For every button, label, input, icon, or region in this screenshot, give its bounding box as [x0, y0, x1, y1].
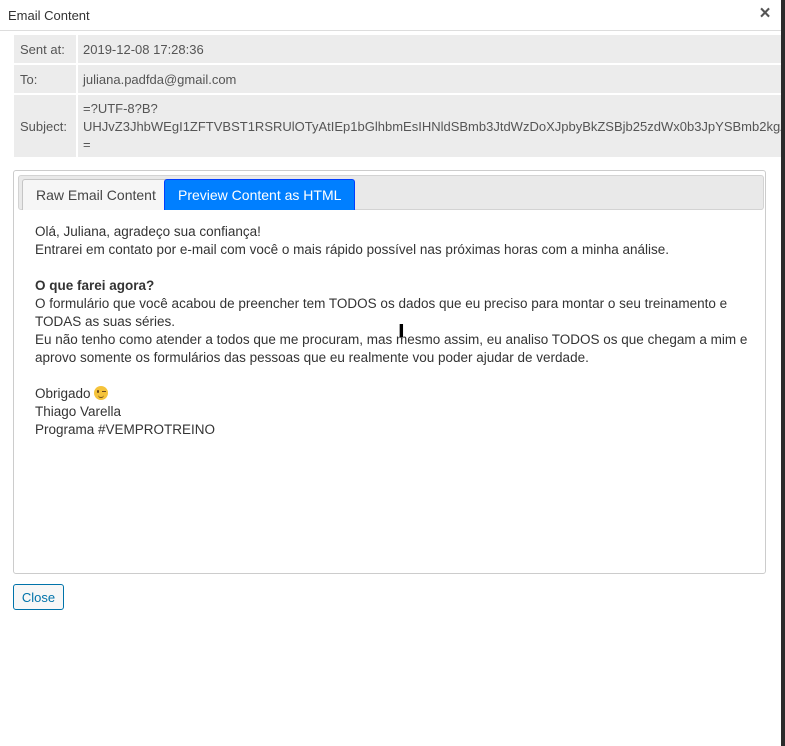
tab-raw-email-content[interactable]: Raw Email Content: [22, 179, 170, 210]
signature-program: Programa #VEMPROTREINO: [35, 422, 216, 437]
email-preview-content: Olá, Juliana, agradeço sua confiança! En…: [35, 223, 755, 439]
dialog-titlebar: Email Content ×: [0, 0, 781, 31]
winking-face-icon: [93, 386, 108, 400]
window-edge: [781, 0, 785, 746]
intro-line: Entrarei em contato por e-mail com você …: [35, 242, 670, 257]
paragraph-line: TODAS as suas séries.: [35, 314, 176, 329]
tab-preview-html[interactable]: Preview Content as HTML: [164, 179, 356, 210]
to-value: juliana.padfda@gmail.com: [78, 65, 781, 93]
text-cursor-icon: I: [398, 321, 405, 342]
paragraph-line: O formulário que você acabou de preenche…: [35, 296, 728, 311]
signature-name: Thiago Varella: [35, 404, 122, 419]
sent-at-label: Sent at:: [14, 35, 76, 63]
thanks-text: Obrigado: [35, 386, 91, 401]
subject-label: Subject:: [14, 95, 76, 157]
section-heading: O que farei agora?: [35, 278, 155, 293]
sent-at-row: Sent at: 2019-12-08 17:28:36: [14, 35, 781, 63]
paragraph-line: Eu não tenho como atender a todos que me…: [35, 332, 748, 347]
email-meta: Sent at: 2019-12-08 17:28:36 To: juliana…: [14, 35, 781, 159]
thanks-line: Obrigado: [35, 385, 755, 403]
greeting-line: Olá, Juliana, agradeço sua confiança!: [35, 224, 261, 239]
paragraph-line: aprovo somente os formulários das pessoa…: [35, 350, 589, 365]
close-button[interactable]: Close: [13, 584, 64, 610]
content-tabs-panel: Raw Email Content Preview Content as HTM…: [13, 170, 766, 574]
email-content-dialog: Email Content × Sent at: 2019-12-08 17:2…: [0, 0, 781, 746]
dialog-title: Email Content: [8, 8, 90, 23]
to-label: To:: [14, 65, 76, 93]
subject-line: UHJvZ3JhbWEgI1ZFTVBST1RSRUlOTyAtIEp1bGlh…: [83, 119, 781, 134]
subject-line: =?UTF-8?B?: [83, 101, 158, 116]
to-row: To: juliana.padfda@gmail.com: [14, 65, 781, 93]
close-icon[interactable]: ×: [757, 4, 773, 24]
sent-at-value: 2019-12-08 17:28:36: [78, 35, 781, 63]
subject-row: Subject: =?UTF-8?B? UHJvZ3JhbWEgI1ZFTVBS…: [14, 95, 781, 157]
tab-bar: Raw Email Content Preview Content as HTM…: [18, 175, 764, 210]
subject-line: =: [83, 137, 91, 152]
subject-value: =?UTF-8?B? UHJvZ3JhbWEgI1ZFTVBST1RSRUlOT…: [78, 95, 781, 157]
